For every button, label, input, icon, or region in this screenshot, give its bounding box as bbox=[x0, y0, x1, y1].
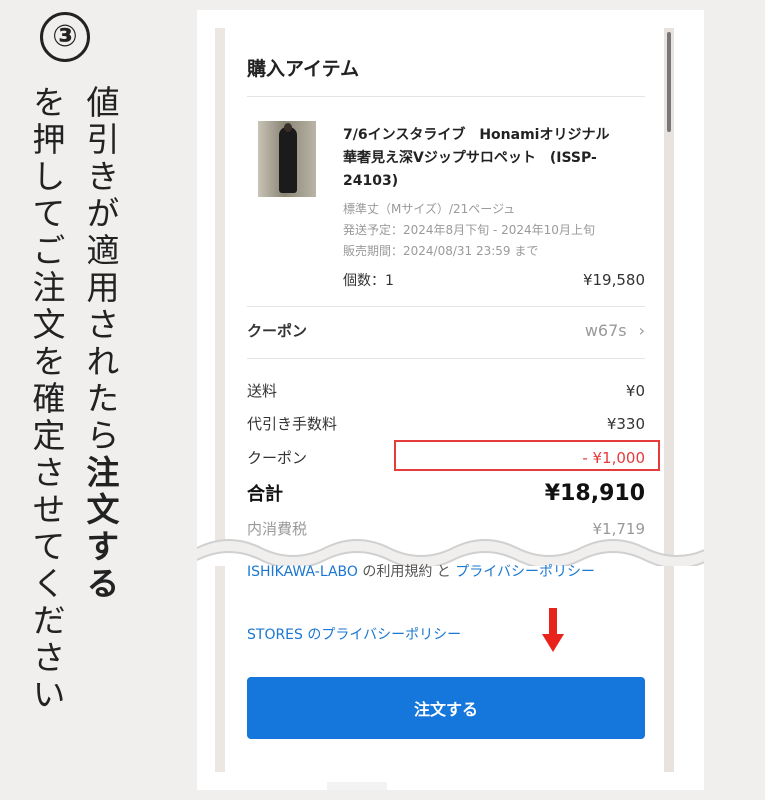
shipping-fee-value: ¥0 bbox=[625, 381, 645, 400]
section-title: 購入アイテム bbox=[247, 58, 360, 80]
shipping-fee-label: 送料 bbox=[247, 382, 278, 400]
instruction-column-1: 値引きが適用されたら注文する bbox=[81, 85, 120, 603]
left-rail bbox=[215, 28, 225, 772]
coupon-discount-label: クーポン bbox=[247, 449, 308, 467]
dress-figure bbox=[279, 123, 297, 193]
highlight-box bbox=[394, 440, 660, 471]
quantity-label: 個数：1 bbox=[343, 273, 394, 289]
item-variant: 標準丈（Mサイズ）/21ページュ bbox=[343, 202, 516, 216]
item-price: ¥19,580 bbox=[582, 271, 645, 289]
product-image[interactable] bbox=[258, 121, 316, 197]
total-row: 合計 ¥18,910 bbox=[247, 480, 645, 506]
coupon-value-group: w67s › bbox=[585, 321, 645, 340]
cod-fee-value: ¥330 bbox=[606, 414, 645, 433]
total-label: 合計 bbox=[247, 484, 283, 505]
divider bbox=[247, 306, 645, 307]
scrollbar-thumb[interactable] bbox=[667, 32, 671, 132]
item-sale-period: 販売期間：2024/08/31 23:59 まで bbox=[343, 244, 539, 258]
item-name[interactable]: 7/6インスタライブ Honamiオリジナル 華奢見え深Vジップサロペット (I… bbox=[343, 124, 633, 193]
coupon-label: クーポン bbox=[247, 322, 308, 340]
item-shipping-date: 発送予定：2024年8月下旬 - 2024年10月上旬 bbox=[343, 223, 595, 237]
stores-privacy-link[interactable]: STORES のプライバシーポリシー bbox=[247, 624, 461, 644]
bottom-fade bbox=[327, 782, 387, 790]
cod-fee-label: 代引き手数料 bbox=[247, 415, 338, 433]
cod-fee-row: 代引き手数料 ¥330 bbox=[247, 413, 645, 434]
instruction-text-1: 値引きが適用されたら bbox=[81, 85, 120, 455]
page-break-wave bbox=[197, 539, 704, 566]
instruction-column-2: を押してご注文を確定させてください bbox=[27, 85, 66, 714]
phone-screenshot: 購入アイテム 7/6インスタライブ Honamiオリジナル 華奢見え深Vジップサ… bbox=[197, 10, 704, 790]
scroll-track[interactable] bbox=[664, 28, 674, 772]
down-arrow-icon bbox=[542, 608, 564, 652]
step-number-badge: ③ bbox=[40, 12, 90, 62]
coupon-selector[interactable]: クーポン w67s › bbox=[247, 320, 645, 341]
total-value: ¥18,910 bbox=[544, 480, 645, 506]
terms-links: ISHIKAWA-LABO の利用規約 と プライバシーポリシー bbox=[247, 562, 645, 582]
terms-connector: の利用規約 と bbox=[357, 564, 456, 580]
store-terms-link[interactable]: ISHIKAWA-LABO bbox=[247, 564, 358, 580]
coupon-code: w67s bbox=[584, 321, 627, 340]
chevron-right-icon: › bbox=[638, 321, 645, 340]
privacy-policy-link[interactable]: プライバシーポリシー bbox=[455, 564, 595, 580]
order-button[interactable]: 注文する bbox=[247, 677, 645, 739]
divider bbox=[247, 358, 645, 359]
shipping-fee-row: 送料 ¥0 bbox=[247, 380, 645, 401]
instruction-emphasis: 注文する bbox=[81, 455, 120, 603]
quantity-row: 個数：1 ¥19,580 bbox=[343, 270, 645, 290]
divider bbox=[247, 96, 645, 97]
